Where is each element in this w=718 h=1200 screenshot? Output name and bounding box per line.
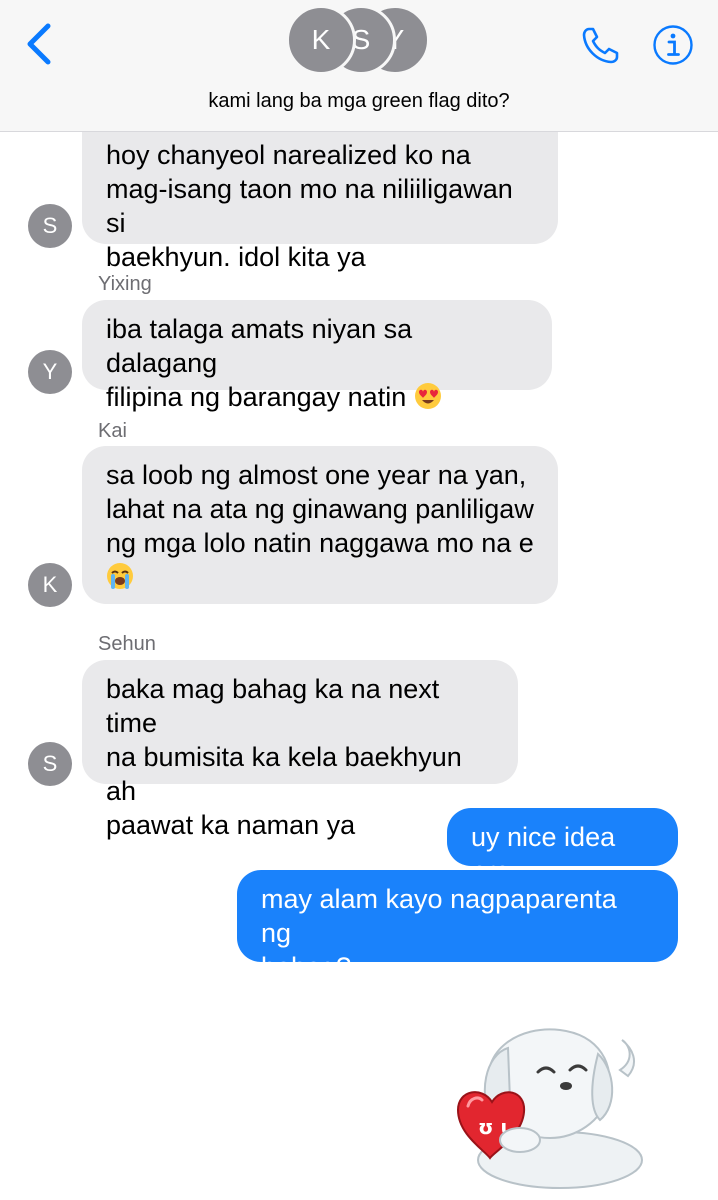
info-button[interactable]	[652, 24, 694, 66]
message-line: ng mga lolo natin naggawa mo na e	[106, 528, 534, 558]
loudly-crying-emoji-icon	[106, 562, 134, 598]
avatar[interactable]: S	[28, 204, 72, 248]
message-line: sa loob ng almost one year na yan,	[106, 460, 527, 490]
message-line: na bumisita ka kela baekhyun ah	[106, 742, 470, 806]
heart-eyes-emoji-icon	[414, 382, 442, 418]
group-avatars[interactable]: Y S K	[286, 5, 432, 75]
message-bubble[interactable]: hoy chanyeol narealized ko na mag-isang …	[82, 132, 558, 272]
message-line: bahag?	[261, 952, 352, 982]
message-line: baka mag bahag ka na next time	[106, 674, 447, 738]
info-icon	[653, 25, 693, 65]
sticker-image[interactable]: ʊ ɩ	[450, 1010, 650, 1190]
sender-name: Sehun	[98, 633, 156, 655]
chat-header: Y S K kami lang ba mga green flag dito?	[0, 0, 718, 132]
message-line: lahat na ata ng ginawang panliligaw	[106, 494, 534, 524]
call-button[interactable]	[580, 24, 622, 66]
chat-title[interactable]: kami lang ba mga green flag dito?	[0, 90, 718, 113]
phone-icon	[582, 27, 619, 64]
message-bubble[interactable]: sa loob ng almost one year na yan, lahat…	[82, 446, 558, 604]
message-bubble[interactable]: baka mag bahag ka na next time na bumisi…	[82, 660, 518, 840]
sender-name: Yixing	[98, 273, 152, 295]
avatar[interactable]: K	[28, 563, 72, 607]
back-button[interactable]	[22, 22, 56, 66]
sender-name: Kai	[98, 420, 127, 442]
message-line: filipina ng barangay natin	[106, 382, 407, 412]
message-line: iba talaga amats niyan sa dalagang	[106, 314, 420, 378]
chevron-left-icon	[27, 23, 51, 65]
message-line: paawat ka naman ya	[106, 810, 356, 840]
avatar[interactable]: Y	[28, 350, 72, 394]
message-bubble[interactable]: iba talaga amats niyan sa dalagang filip…	[82, 300, 552, 412]
group-avatar: K	[286, 5, 356, 75]
message-line: may alam kayo nagpaparenta ng	[261, 884, 625, 948]
message-line: hoy chanyeol narealized ko na	[106, 140, 471, 170]
puppy-heart-sticker-icon: ʊ ɩ	[456, 1028, 643, 1189]
outgoing-message-bubble[interactable]: may alam kayo nagpaparenta ng bahag?	[237, 870, 678, 982]
outgoing-message-bubble[interactable]: uy nice idea pre	[447, 808, 678, 886]
message-line: baekhyun. idol kita ya	[106, 242, 366, 272]
avatar[interactable]: S	[28, 742, 72, 786]
message-line: mag-isang taon mo na niliiligawan si	[106, 174, 521, 238]
